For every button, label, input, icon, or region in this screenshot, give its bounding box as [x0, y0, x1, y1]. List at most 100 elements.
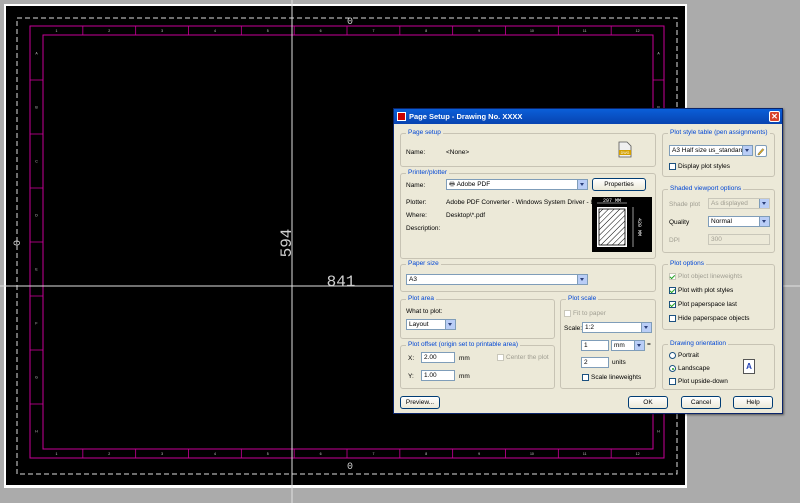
scale-numerator-input[interactable]: 1	[581, 340, 609, 351]
shade-plot-value: As displayed	[711, 200, 748, 207]
ruler-number-top: 11	[583, 29, 587, 33]
ruler-number-bottom: 2	[108, 452, 110, 456]
plot-style-group-title: Plot style table (pen assignments)	[668, 129, 770, 136]
offset-x-unit: mm	[459, 355, 470, 362]
help-button[interactable]: Help	[733, 396, 773, 409]
page-setup-group-title: Page setup	[406, 129, 443, 136]
plot-upside-down-label: Plot upside-down	[678, 378, 728, 385]
ruler-number-bottom: 9	[478, 452, 480, 456]
scale-select[interactable]: 1:2	[582, 322, 652, 333]
plot-offset-group-title: Plot offset (origin set to printable are…	[406, 341, 521, 348]
dialog-title: Page Setup - Drawing No. XXXX	[409, 112, 523, 121]
what-to-plot-label: What to plot:	[406, 308, 443, 315]
left-center-mark: 0	[13, 240, 24, 246]
offset-y-label: Y:	[408, 373, 414, 380]
plot-upside-down-checkbox[interactable]	[669, 378, 676, 385]
scale-lineweights-checkbox[interactable]	[582, 374, 589, 381]
edit-plot-style-icon[interactable]	[755, 145, 767, 157]
ruler-letter-left: F	[35, 322, 37, 326]
page-setup-dialog: Page Setup - Drawing No. XXXX ✕ Page set…	[393, 108, 783, 414]
offset-y-unit: mm	[459, 373, 470, 380]
ruler-number-bottom: 3	[161, 452, 163, 456]
landscape-radio[interactable]	[669, 365, 676, 372]
scale-unit-select[interactable]: mm	[611, 340, 645, 351]
shade-plot-select[interactable]: As displayed	[708, 198, 770, 209]
ruler-number-top: 12	[636, 29, 640, 33]
center-plot-checkbox[interactable]	[497, 354, 504, 361]
scale-value: 1:2	[585, 324, 595, 331]
ruler-number-top: 1	[55, 29, 57, 33]
shade-plot-label: Shade plot	[669, 201, 701, 208]
scale-label: Scale:	[564, 325, 583, 332]
dialog-titlebar[interactable]: Page Setup - Drawing No. XXXX ✕	[394, 109, 782, 124]
printer-icon: 🖶	[449, 181, 456, 188]
paper-preview: 297 MM 420 MM	[592, 197, 652, 252]
ruler-number-bottom: 11	[583, 452, 587, 456]
dpi-input[interactable]: 300	[708, 234, 770, 245]
plot-style-select[interactable]: A3 Half size us_standard_l	[669, 145, 753, 156]
close-icon[interactable]: ✕	[769, 111, 780, 122]
cancel-button[interactable]: Cancel	[681, 396, 721, 409]
orientation-preview-icon: A	[743, 359, 755, 374]
ruler-number-bottom: 7	[372, 452, 374, 456]
printer-select[interactable]: 🖶 Adobe PDF	[446, 179, 588, 190]
portrait-radio[interactable]	[669, 352, 676, 359]
svg-text:DWG: DWG	[621, 151, 630, 155]
plot-area-group-title: Plot area	[406, 295, 437, 302]
dpi-label: DPI	[669, 237, 680, 244]
properties-button[interactable]: Properties	[592, 178, 646, 191]
plot-object-lineweights-label: Plot object lineweights	[678, 273, 743, 280]
description-label: Description:	[406, 225, 441, 232]
ruler-number-top: 8	[425, 29, 427, 33]
ruler-number-bottom: 6	[320, 452, 322, 456]
quality-value: Normal	[711, 218, 732, 225]
quality-select[interactable]: Normal	[708, 216, 770, 227]
chevron-down-icon	[445, 320, 455, 329]
fit-to-paper-label: Fit to paper	[573, 310, 606, 317]
fit-to-paper-checkbox[interactable]	[564, 310, 571, 317]
preview-height-label: 420 MM	[636, 218, 642, 236]
bottom-center-mark: 0	[347, 462, 353, 473]
printer-select-value: Adobe PDF	[456, 181, 491, 188]
shaded-viewport-group-title: Shaded viewport options	[668, 185, 744, 192]
display-plot-styles-label: Display plot styles	[678, 163, 731, 170]
plot-with-plot-styles-checkbox[interactable]	[669, 287, 676, 294]
ruler-number-top: 3	[161, 29, 163, 33]
plotter-label: Plotter:	[406, 199, 427, 206]
chevron-down-icon	[634, 341, 644, 350]
scale-denominator-input[interactable]: 2	[581, 357, 609, 368]
ruler-number-top: 2	[108, 29, 110, 33]
preview-width-label: 297 MM	[603, 198, 621, 204]
width-dimension-label: 841	[327, 273, 356, 291]
hide-paperspace-objects-checkbox[interactable]	[669, 315, 676, 322]
ruler-number-bottom: 8	[425, 452, 427, 456]
plot-object-lineweights-checkbox[interactable]	[669, 273, 676, 280]
scale-lineweights-label: Scale lineweights	[591, 374, 642, 381]
offset-x-input[interactable]: 2.00	[421, 352, 455, 363]
orientation-group-title: Drawing orientation	[668, 340, 729, 347]
ruler-letter-left: G	[35, 376, 38, 380]
preview-button[interactable]: Preview...	[400, 396, 440, 409]
offset-y-input[interactable]: 1.00	[421, 370, 455, 381]
printer-group-title: Printer/plotter	[406, 169, 450, 176]
hide-paperspace-objects-label: Hide paperspace objects	[678, 315, 750, 322]
display-plot-styles-checkbox[interactable]	[669, 163, 676, 170]
plot-paperspace-last-checkbox[interactable]	[669, 301, 676, 308]
ruler-number-top: 6	[320, 29, 322, 33]
paper-size-select[interactable]: A3	[406, 274, 588, 285]
plot-style-value: A3 Half size us_standard_l	[672, 147, 750, 154]
paper-size-group-title: Paper size	[406, 260, 441, 267]
plot-with-plot-styles-label: Plot with plot styles	[678, 287, 734, 294]
chevron-down-icon	[577, 275, 587, 284]
plot-options-group-title: Plot options	[668, 260, 706, 267]
ruler-number-top: 7	[372, 29, 374, 33]
page-setup-name-value: <None>	[446, 149, 470, 156]
page-setup-name-label: Name:	[406, 149, 426, 156]
ok-button[interactable]: OK	[628, 396, 668, 409]
chevron-down-icon	[759, 217, 769, 226]
what-to-plot-select[interactable]: Layout	[406, 319, 456, 330]
ruler-number-top: 5	[267, 29, 269, 33]
equals-sign: =	[647, 341, 651, 348]
ruler-number-bottom: 1	[55, 452, 57, 456]
ruler-number-top: 10	[530, 29, 534, 33]
